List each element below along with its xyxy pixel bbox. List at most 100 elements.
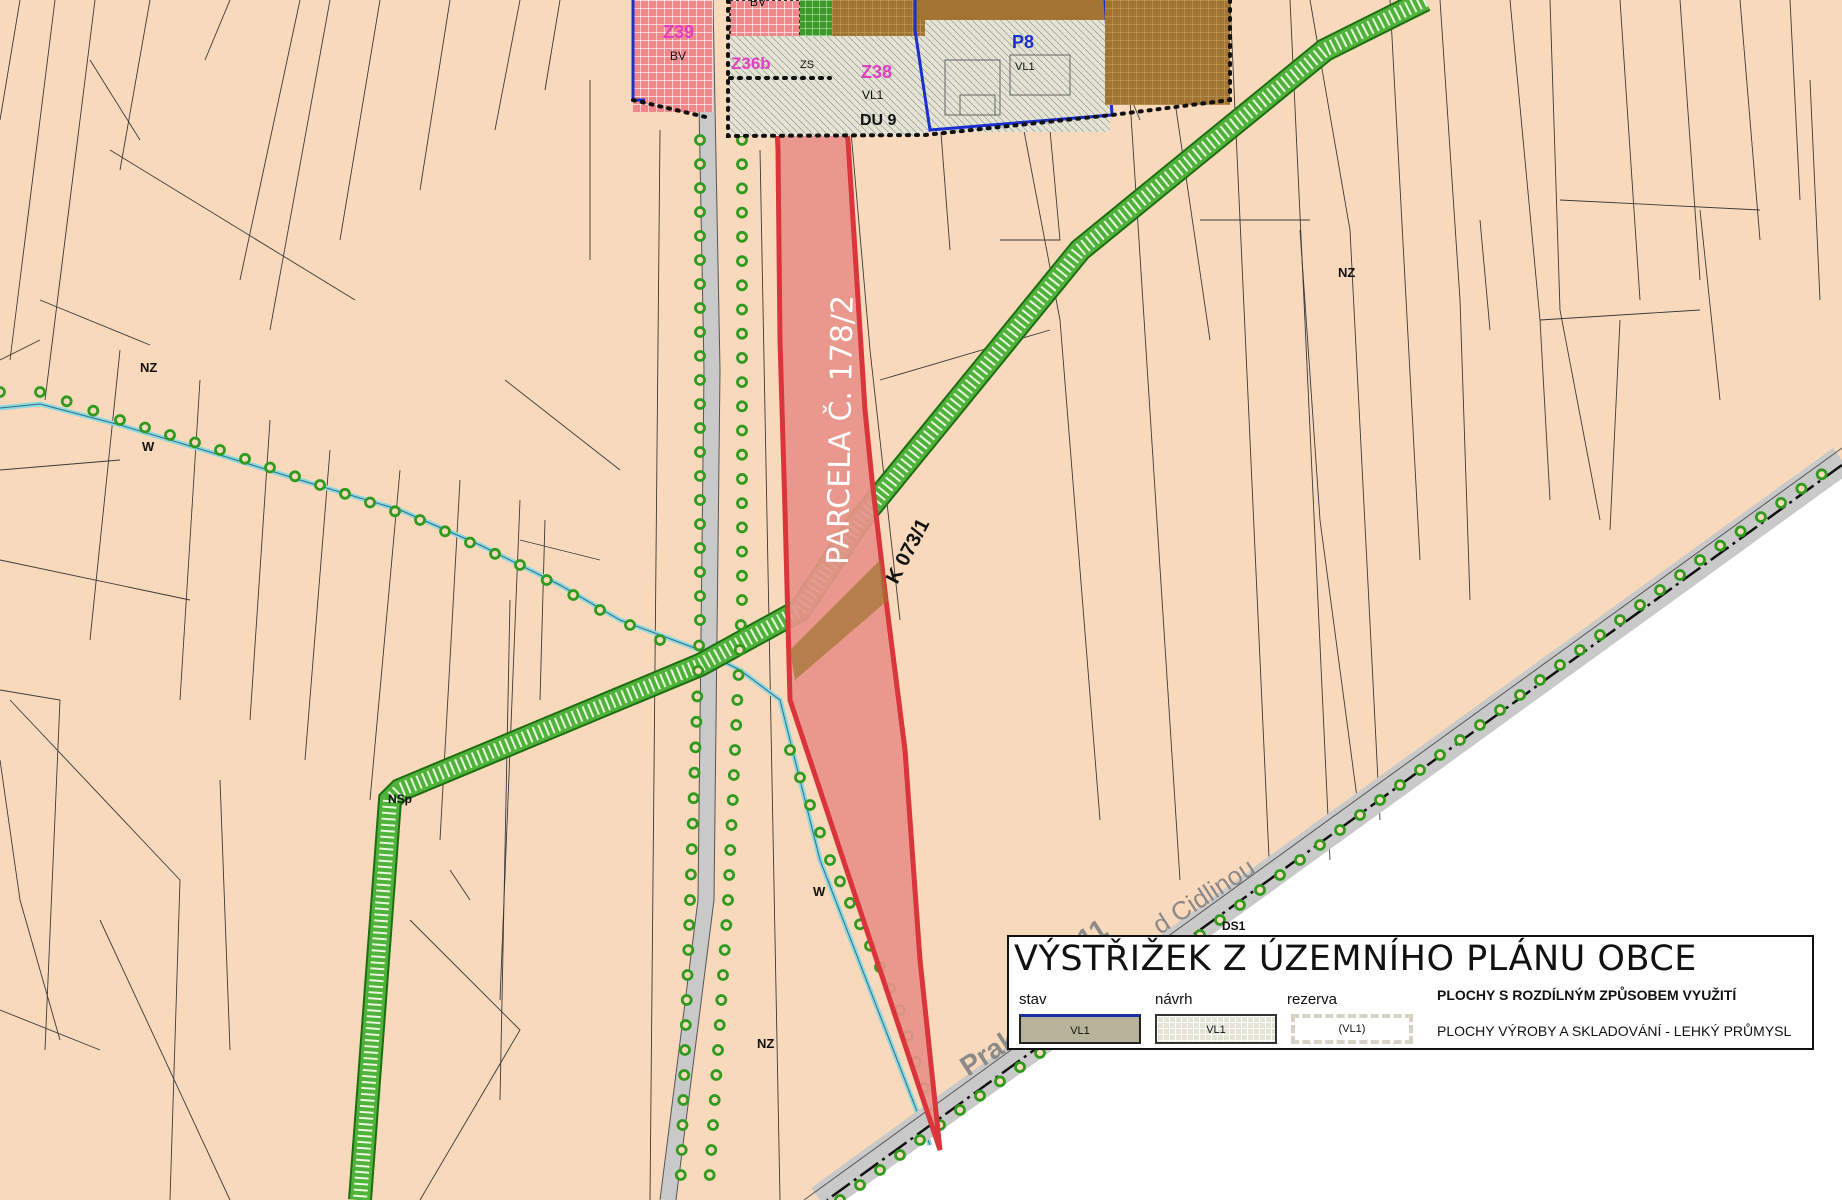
tree-dot [567, 589, 580, 601]
tree-dot [718, 944, 731, 956]
tree-dot [339, 487, 351, 500]
tree-dot [1714, 539, 1727, 552]
tree-dot [1314, 839, 1326, 851]
tree-dot [732, 669, 745, 681]
tree-dot [594, 604, 606, 616]
tree-dot [914, 1134, 926, 1146]
tree-dot [682, 944, 695, 956]
tree-dot [389, 505, 401, 518]
tree-dot [736, 303, 748, 316]
tree-dot [694, 374, 706, 386]
tree-dot [1734, 525, 1747, 538]
tree-dot [694, 614, 706, 626]
tree-dot [439, 525, 451, 538]
tree-dot [974, 1089, 986, 1102]
zone-label-zs: ZS [800, 59, 814, 71]
legend-navrh-swatch: VL1 [1155, 1014, 1277, 1044]
tree-dot [690, 715, 703, 728]
tree-dot [736, 497, 748, 510]
legend-title: VÝSTŘIŽEK Z ÚZEMNÍHO PLÁNU OBCE [1014, 939, 1697, 979]
tree-dot [689, 741, 702, 754]
tree-dot [717, 969, 729, 981]
tree-dot [705, 1144, 718, 1156]
tree-dot [736, 424, 748, 437]
tree-dot [684, 894, 696, 906]
tree-dot [1254, 884, 1266, 896]
tree-dot [736, 230, 748, 243]
tree-dot [678, 1069, 691, 1081]
tree-dot [712, 1044, 724, 1056]
tree-dot [834, 1194, 846, 1200]
tree-dot [736, 521, 748, 534]
tree-dot [679, 1019, 692, 1031]
tree-dot [464, 536, 476, 549]
tree-dot [1434, 749, 1446, 761]
zone-label-du9: DU 9 [860, 112, 897, 129]
zone-z38-block [728, 36, 928, 136]
tree-dot [694, 590, 706, 602]
tree-dot [723, 869, 736, 881]
tree-dot [1634, 599, 1646, 611]
tree-dot [694, 134, 706, 146]
tree-dot [727, 769, 740, 781]
legend-stav-swatch: VL1 [1019, 1014, 1141, 1044]
tree-dot [694, 206, 706, 218]
tree-dot [694, 326, 706, 338]
legend-caption-text: PLOCHY VÝROBY A SKLADOVÁNÍ - LEHKÝ PRŮMY… [1437, 1023, 1792, 1039]
tree-dot [675, 1144, 688, 1156]
tree-dot [685, 843, 698, 855]
tree-dot [1694, 554, 1706, 566]
tree-dot [1474, 719, 1486, 731]
tree-dot [954, 1104, 966, 1116]
tree-dot [736, 158, 748, 171]
tree-dot [874, 1164, 886, 1176]
tree-dot [679, 1044, 691, 1056]
tree-dot [730, 719, 743, 731]
tree-dot [736, 255, 748, 268]
tree-dot [685, 868, 697, 881]
zone-label-p8: P8 [1012, 32, 1034, 52]
tree-dot [794, 771, 806, 784]
tree-dot [1354, 809, 1366, 821]
zone-label-nsp: NSp [388, 792, 412, 806]
tree-dot [1674, 569, 1686, 581]
tree-dot [736, 569, 748, 582]
tree-dot [1234, 899, 1246, 911]
tree-dot [804, 799, 816, 811]
tree-dot [1775, 496, 1787, 509]
tree-dot [694, 230, 706, 242]
tree-dot [1514, 689, 1526, 701]
legend-navrh-label: návrh [1155, 991, 1193, 1008]
legend-rezerva-swatch: (VL1) [1291, 1014, 1413, 1044]
tree-dot [725, 819, 738, 831]
tree-dot [834, 875, 846, 888]
tree-dot [680, 994, 693, 1006]
legend-caption-heading: PLOCHY S ROZDÍLNÝM ZPŮSOBEM VYUŽITÍ [1437, 987, 1737, 1003]
tree-dot [624, 619, 636, 631]
tree-dot [87, 404, 100, 417]
tree-dot [694, 398, 706, 410]
tree-dot [683, 919, 696, 931]
tree-dot [489, 547, 501, 560]
tree-dot [1494, 704, 1506, 716]
tree-dot [677, 1094, 690, 1106]
legend-box: VÝSTŘIŽEK Z ÚZEMNÍHO PLÁNU OBCE stav náv… [1007, 935, 1814, 1050]
tree-dot [733, 644, 746, 656]
tree-dot [720, 919, 733, 931]
tree-dot [814, 826, 826, 839]
tree-dot [694, 422, 706, 434]
tree-dot [1554, 659, 1566, 671]
zone-label-w-1: W [142, 439, 155, 454]
zone-label-nz-1: NZ [140, 360, 157, 375]
tree-dot [844, 897, 856, 909]
tree-dot [654, 634, 666, 646]
tree-dot [694, 446, 706, 458]
tree-dot [894, 1149, 906, 1161]
legend-rezerva-label: rezerva [1287, 991, 1338, 1008]
tree-dot [1614, 614, 1626, 626]
tree-dot [736, 472, 748, 485]
tree-dot [734, 619, 747, 631]
tree-dot [289, 470, 301, 483]
tree-dot [414, 514, 426, 526]
zone-label-ds1: DS1 [1222, 919, 1246, 933]
